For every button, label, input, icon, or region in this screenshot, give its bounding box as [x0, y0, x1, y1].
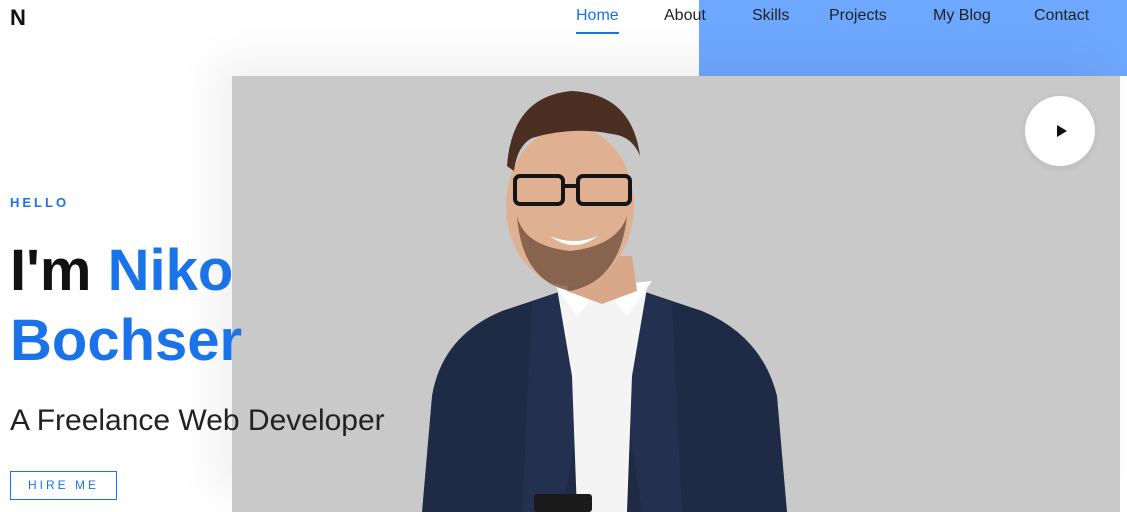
page: N Home About Skills Projects My Blog Con…: [0, 0, 1127, 512]
nav-item-projects[interactable]: Projects: [829, 6, 887, 34]
play-video-button[interactable]: [1025, 96, 1095, 166]
hero-eyebrow: HELLO: [10, 195, 70, 210]
hero-first-name: Niko: [107, 238, 234, 303]
hero-subtitle: A Freelance Web Developer: [10, 404, 385, 437]
hire-me-button[interactable]: HIRE ME: [10, 471, 117, 500]
main-nav: Home About Skills Projects My Blog Conta…: [0, 6, 1127, 36]
nav-item-about[interactable]: About: [664, 6, 706, 34]
hero-heading: I'm Niko Bochser: [10, 236, 242, 376]
play-icon: [1056, 125, 1067, 137]
hero-greeting: I'm: [10, 238, 92, 303]
nav-item-my-blog[interactable]: My Blog: [933, 6, 991, 34]
portrait-illustration: [232, 76, 1120, 512]
nav-item-home[interactable]: Home: [576, 6, 619, 34]
hero-portrait-image: [232, 76, 1120, 512]
nav-item-contact[interactable]: Contact: [1034, 6, 1089, 34]
hero-last-name: Bochser: [10, 308, 243, 373]
nav-item-skills[interactable]: Skills: [752, 6, 789, 34]
